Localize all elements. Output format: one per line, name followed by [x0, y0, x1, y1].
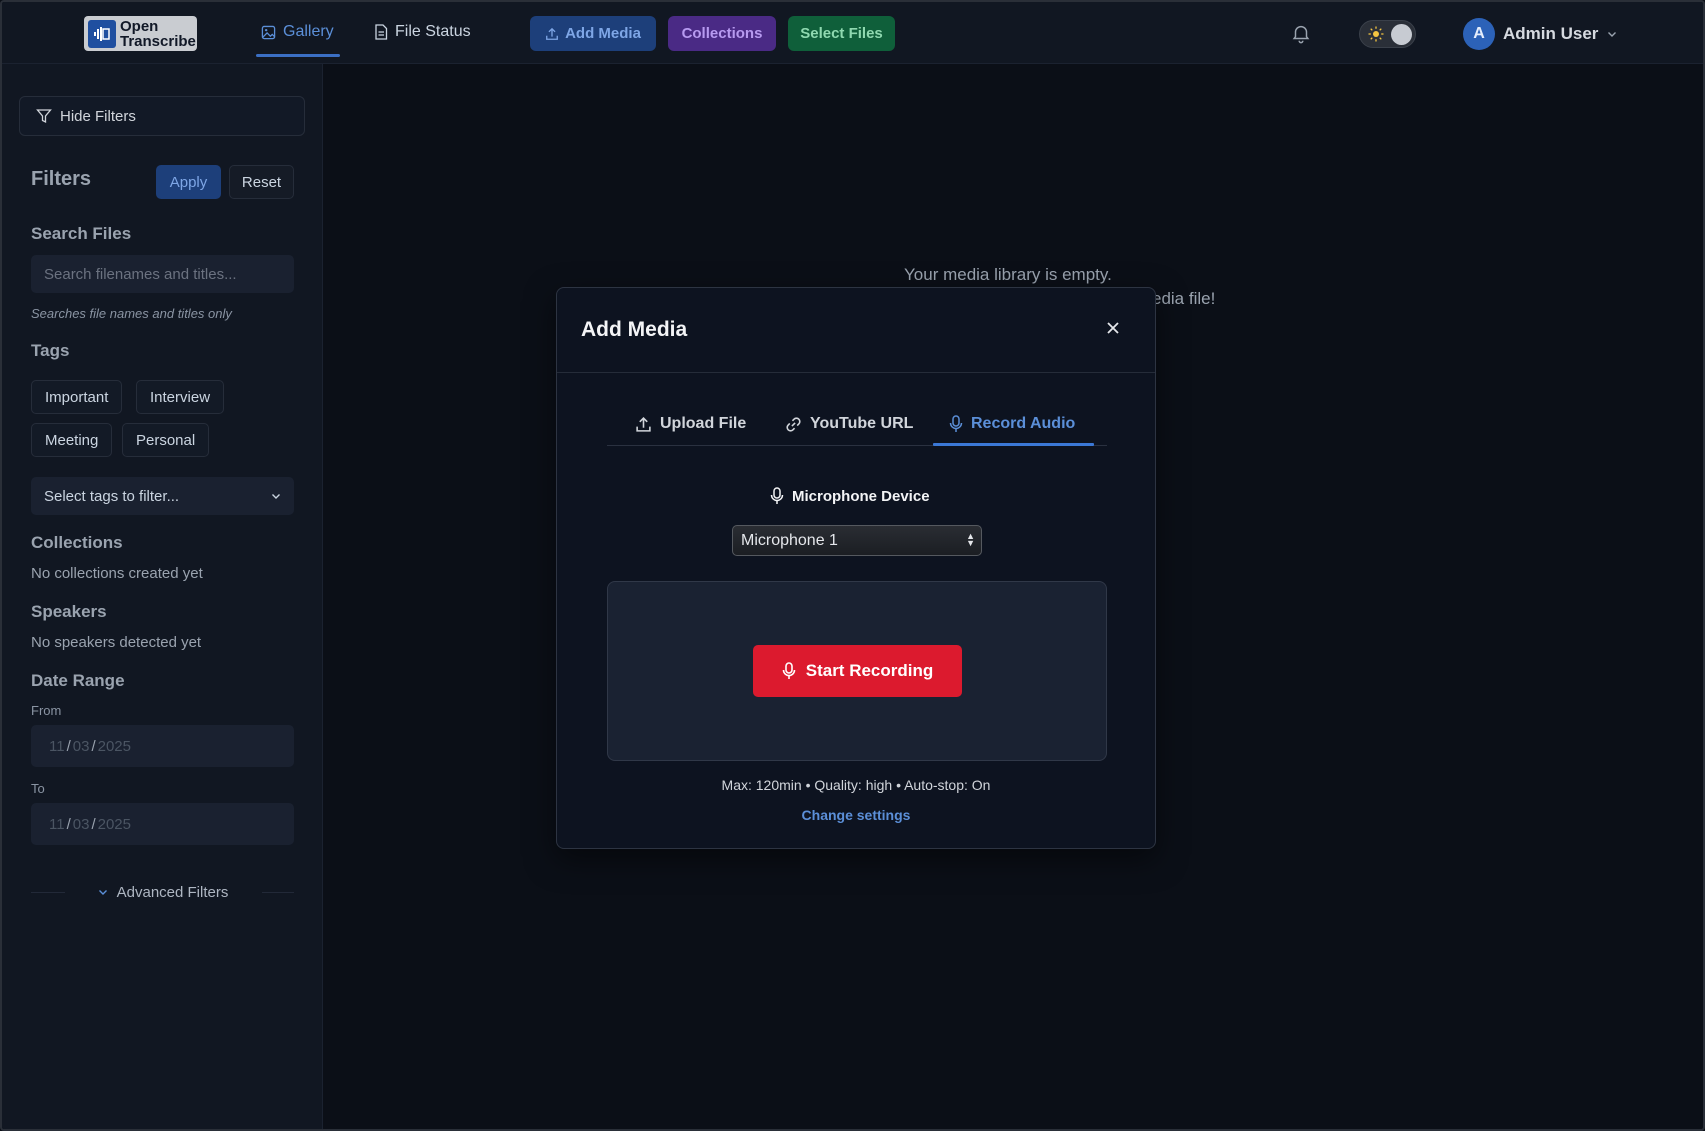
- tab-youtube-url[interactable]: YouTube URL: [785, 412, 913, 436]
- tags-title: Tags: [31, 341, 70, 360]
- tab-record-audio[interactable]: Record Audio: [949, 412, 1075, 436]
- active-tab-indicator: [933, 443, 1094, 446]
- select-arrows-icon: ▲ ▼: [966, 531, 975, 548]
- upload-icon: [636, 416, 651, 432]
- recording-settings-summary: Max: 120min • Quality: high • Auto-stop:…: [721, 777, 991, 793]
- date-separator: /: [91, 737, 96, 755]
- collections-title: Collections: [31, 533, 123, 552]
- apply-button[interactable]: Apply: [156, 165, 221, 199]
- app-logo[interactable]: Open Transcribe: [84, 16, 197, 51]
- date-from-input[interactable]: 11 / 03 / 2025: [31, 725, 294, 767]
- date-range-title: Date Range: [31, 671, 125, 690]
- from-label: From: [31, 703, 62, 718]
- start-recording-button[interactable]: Start Recording: [753, 645, 962, 697]
- collections-empty: No collections created yet: [31, 565, 203, 582]
- select-files-button[interactable]: Select Files: [788, 16, 895, 51]
- speakers-empty: No speakers detected yet: [31, 634, 202, 651]
- microphone-icon: [770, 487, 784, 504]
- date-separator: /: [66, 737, 71, 755]
- microphone-icon: [949, 415, 963, 432]
- close-icon[interactable]: [1105, 320, 1121, 336]
- tag-important[interactable]: Important: [31, 380, 123, 414]
- active-tab-indicator: [256, 54, 340, 57]
- sun-icon: [1368, 26, 1384, 42]
- tag-interview[interactable]: Interview: [136, 380, 225, 414]
- date-to-day: 03: [72, 815, 90, 833]
- tag-personal[interactable]: Personal: [122, 423, 210, 457]
- upload-icon: [546, 27, 558, 40]
- collections-button[interactable]: Collections: [668, 16, 776, 51]
- to-label: To: [31, 781, 45, 796]
- chevron-down-icon: [1608, 32, 1617, 37]
- advanced-filters-toggle[interactable]: Advanced Filters: [31, 882, 294, 902]
- date-to-input[interactable]: 11 / 03 / 2025: [31, 803, 294, 845]
- tag-meeting[interactable]: Meeting: [31, 423, 113, 457]
- advanced-filters-label: Advanced Filters: [116, 883, 229, 901]
- recording-panel: Start Recording: [607, 581, 1107, 761]
- tab-file-status[interactable]: File Status: [374, 20, 471, 44]
- tab-upload-file[interactable]: Upload File: [635, 412, 746, 436]
- date-separator: /: [91, 815, 96, 833]
- toggle-knob: [1391, 24, 1412, 45]
- reset-button[interactable]: Reset: [229, 165, 294, 199]
- search-hint: Searches file names and titles only: [31, 306, 232, 321]
- search-files-title: Search Files: [31, 224, 132, 243]
- chevron-down-icon: [98, 890, 107, 895]
- add-media-modal: Add Media Upload File YouTube URL Record…: [556, 287, 1156, 849]
- date-from-year: 2025: [97, 737, 131, 755]
- link-icon: [786, 416, 801, 432]
- modal-title: Add Media: [581, 318, 688, 341]
- select-files-label: Select Files: [800, 25, 883, 42]
- change-settings-link[interactable]: Change settings: [557, 807, 1155, 823]
- empty-library-hint: edia file!: [1152, 289, 1216, 308]
- date-to-year: 2025: [97, 815, 131, 833]
- start-recording-label: Start Recording: [805, 661, 934, 680]
- user-name: Admin User: [1503, 24, 1599, 43]
- filters-title: Filters: [31, 168, 92, 190]
- speakers-title: Speakers: [31, 602, 107, 621]
- notification-bell-icon[interactable]: [1290, 22, 1312, 44]
- tab-gallery[interactable]: Gallery: [261, 20, 334, 44]
- tags-filter-select[interactable]: Select tags to filter...: [31, 477, 294, 515]
- date-to-month: 11: [49, 815, 65, 833]
- tab-upload-file-label: Upload File: [660, 415, 747, 432]
- divider: [557, 372, 1155, 373]
- hide-filters-label: Hide Filters: [60, 107, 136, 125]
- waveform-logo-icon: [88, 19, 116, 48]
- top-navigation: Open Transcribe Gallery File Status Add …: [2, 2, 1703, 64]
- tags-filter-placeholder: Select tags to filter...: [44, 487, 180, 505]
- add-media-label: Add Media: [565, 25, 641, 42]
- theme-toggle[interactable]: [1359, 20, 1416, 48]
- microphone-selected-value: Microphone 1: [741, 531, 838, 549]
- filter-icon: [36, 109, 52, 124]
- collections-label: Collections: [681, 25, 763, 42]
- microphone-select[interactable]: Microphone 1 ▲ ▼: [732, 525, 982, 556]
- empty-library-message: Your media library is empty.: [904, 265, 1112, 284]
- tab-record-audio-label: Record Audio: [971, 415, 1076, 432]
- hide-filters-button[interactable]: Hide Filters: [19, 96, 305, 136]
- date-separator: /: [66, 815, 71, 833]
- avatar: A: [1463, 18, 1495, 50]
- date-from-day: 03: [72, 737, 90, 755]
- tab-gallery-label: Gallery: [283, 23, 334, 40]
- microphone-device-text: Microphone Device: [792, 487, 930, 505]
- filters-sidebar: Hide Filters Filters Apply Reset Search …: [2, 64, 323, 1129]
- search-input[interactable]: [31, 255, 294, 293]
- tab-youtube-url-label: YouTube URL: [810, 415, 914, 432]
- add-media-button[interactable]: Add Media: [530, 16, 656, 51]
- chevron-down-icon: [272, 494, 280, 499]
- date-from-month: 11: [49, 737, 65, 755]
- logo-text-line1: Open: [120, 17, 159, 35]
- microphone-icon: [782, 662, 796, 679]
- tab-file-status-label: File Status: [395, 23, 471, 40]
- image-icon: [261, 25, 276, 39]
- microphone-device-label: Microphone Device: [770, 487, 970, 505]
- logo-text-line2: Transcribe: [120, 32, 196, 50]
- user-menu[interactable]: A Admin User: [1463, 18, 1618, 50]
- app-window: Open Transcribe Gallery File Status Add …: [0, 0, 1705, 1131]
- document-icon: [375, 24, 388, 40]
